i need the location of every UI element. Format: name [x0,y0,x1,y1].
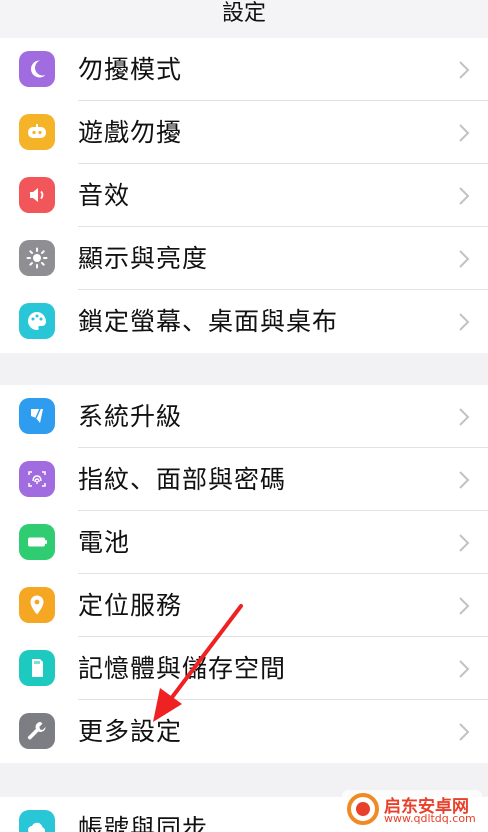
chevron-right-icon [457,407,471,427]
battery-icon [19,524,55,560]
watermark: 启东安卓网 www.qdltdq.com [342,790,482,828]
settings-item-fingerprint-face-password[interactable]: 指紋、面部與密碼 [0,448,488,511]
settings-item-label: 電池 [78,528,131,557]
chevron-right-icon [457,186,471,206]
settings-item-label: 遊戲勿擾 [78,118,183,147]
brand-logo-icon [347,793,379,825]
wrench-icon [19,713,55,749]
cloud-icon [19,810,55,832]
watermark-url: www.qdltdq.com [384,812,476,825]
settings-item-location-services[interactable]: 定位服務 [0,574,488,637]
chevron-right-icon [457,596,471,616]
settings-item-game-dnd[interactable]: 遊戲勿擾 [0,101,488,164]
page-title: 設定 [221,1,266,26]
settings-group-1: 勿擾模式 遊戲勿擾 音效 顯示與亮度 鎖定螢幕、桌面與桌布 [0,38,488,353]
settings-item-lockscreen-wallpaper[interactable]: 鎖定螢幕、桌面與桌布 [0,290,488,353]
settings-item-system-update[interactable]: 系統升級 [0,385,488,448]
chevron-right-icon [457,60,471,80]
settings-item-label: 勿擾模式 [78,55,183,84]
settings-item-more-settings[interactable]: 更多設定 [0,700,488,763]
fingerprint-icon [19,461,55,497]
settings-item-label: 音效 [78,181,131,210]
settings-item-label: 鎖定螢幕、桌面與桌布 [78,307,339,336]
chevron-right-icon [457,312,471,332]
settings-item-memory-storage[interactable]: 記憶體與儲存空間 [0,637,488,700]
settings-item-label: 記憶體與儲存空間 [78,654,287,683]
game-controller-icon [19,114,55,150]
chevron-right-icon [457,659,471,679]
settings-item-battery[interactable]: 電池 [0,511,488,574]
settings-item-label: 更多設定 [78,717,183,746]
moon-icon [19,51,55,87]
settings-item-label: 系統升級 [78,402,183,431]
chevron-right-icon [457,123,471,143]
chevron-right-icon [457,249,471,269]
settings-item-display-brightness[interactable]: 顯示與亮度 [0,227,488,290]
settings-item-label: 帳號與同步 [78,814,209,832]
update-icon [19,398,55,434]
sun-icon [19,240,55,276]
settings-item-do-not-disturb[interactable]: 勿擾模式 [0,38,488,101]
settings-item-label: 顯示與亮度 [78,244,209,273]
storage-icon [19,650,55,686]
settings-item-label: 指紋、面部與密碼 [78,465,287,494]
chevron-right-icon [457,533,471,553]
chevron-right-icon [457,470,471,490]
settings-group-2: 系統升級 指紋、面部與密碼 電池 定位服務 記憶體與儲存空間 更多設定 [0,385,488,763]
location-pin-icon [19,587,55,623]
settings-item-label: 定位服務 [78,591,183,620]
palette-icon [19,303,55,339]
speaker-icon [19,177,55,213]
settings-item-sound[interactable]: 音效 [0,164,488,227]
chevron-right-icon [457,722,471,742]
